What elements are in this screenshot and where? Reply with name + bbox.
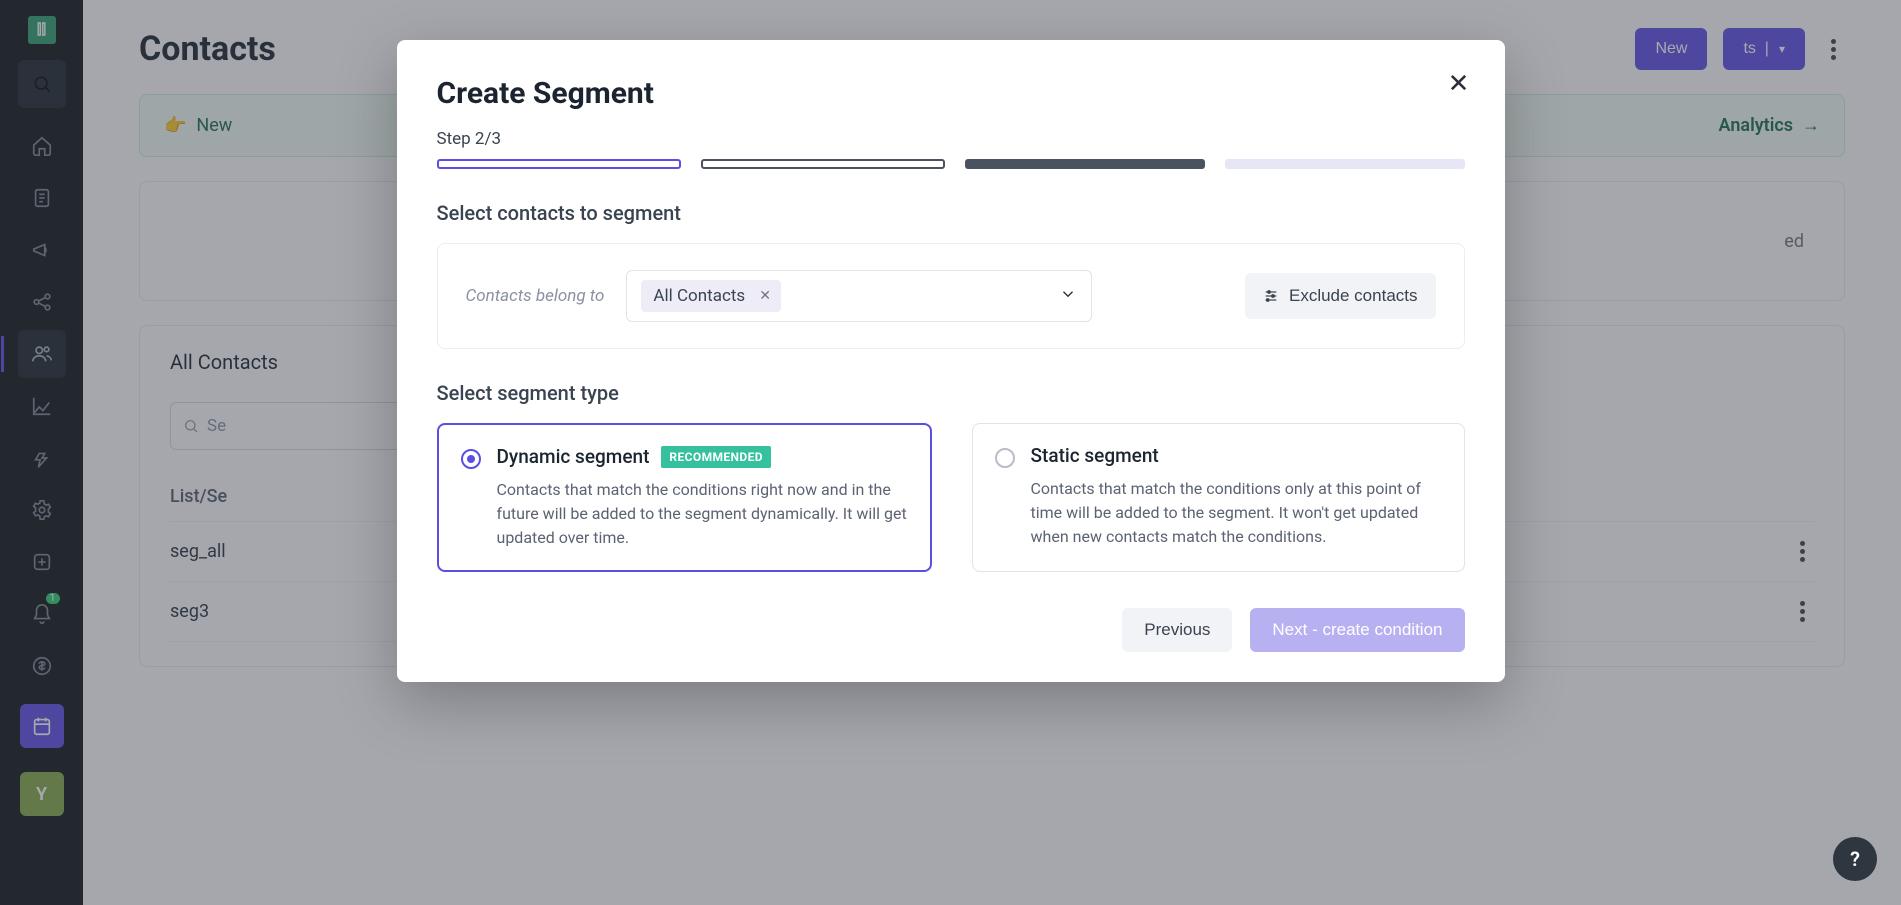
create-segment-modal: Create Segment ✕ Step 2/3 Select contact… [397,40,1505,682]
help-fab[interactable]: ? [1833,837,1877,881]
static-title: Static segment [1031,444,1159,467]
radio-unselected-icon [995,448,1015,468]
static-segment-option[interactable]: Static segment Contacts that match the c… [972,423,1465,572]
contacts-selector-box: Contacts belong to All Contacts ✕ Exclud… [437,243,1465,349]
recommended-badge: RECOMMENDED [661,446,771,468]
contacts-belong-label: Contacts belong to [466,286,605,306]
previous-button[interactable]: Previous [1122,608,1232,652]
next-button[interactable]: Next - create condition [1250,608,1464,652]
contacts-chip: All Contacts ✕ [641,280,781,312]
step-3-bar [1225,159,1465,169]
radio-selected-icon [461,449,481,469]
step-1-bar [437,159,681,169]
dynamic-title: Dynamic segment [497,445,650,468]
dynamic-description: Contacts that match the conditions right… [497,478,908,550]
select-contacts-heading: Select contacts to segment [437,201,1465,225]
dynamic-segment-option[interactable]: Dynamic segment RECOMMENDED Contacts tha… [437,423,932,572]
step-2b-bar [965,159,1205,169]
select-type-heading: Select segment type [437,381,1465,405]
step-progress [437,159,1465,169]
close-icon[interactable]: ✕ [1443,68,1475,100]
step-2-bar [701,159,945,169]
exclude-contacts-button[interactable]: Exclude contacts [1245,273,1436,319]
step-indicator: Step 2/3 [437,129,1465,149]
modal-title: Create Segment [437,76,1465,111]
contacts-multiselect[interactable]: All Contacts ✕ [626,270,1092,322]
chevron-down-icon[interactable] [1059,285,1077,307]
static-description: Contacts that match the conditions only … [1031,477,1442,549]
chip-remove-icon[interactable]: ✕ [755,288,775,304]
sliders-icon [1263,288,1279,304]
modal-overlay[interactable]: Create Segment ✕ Step 2/3 Select contact… [0,0,1901,905]
